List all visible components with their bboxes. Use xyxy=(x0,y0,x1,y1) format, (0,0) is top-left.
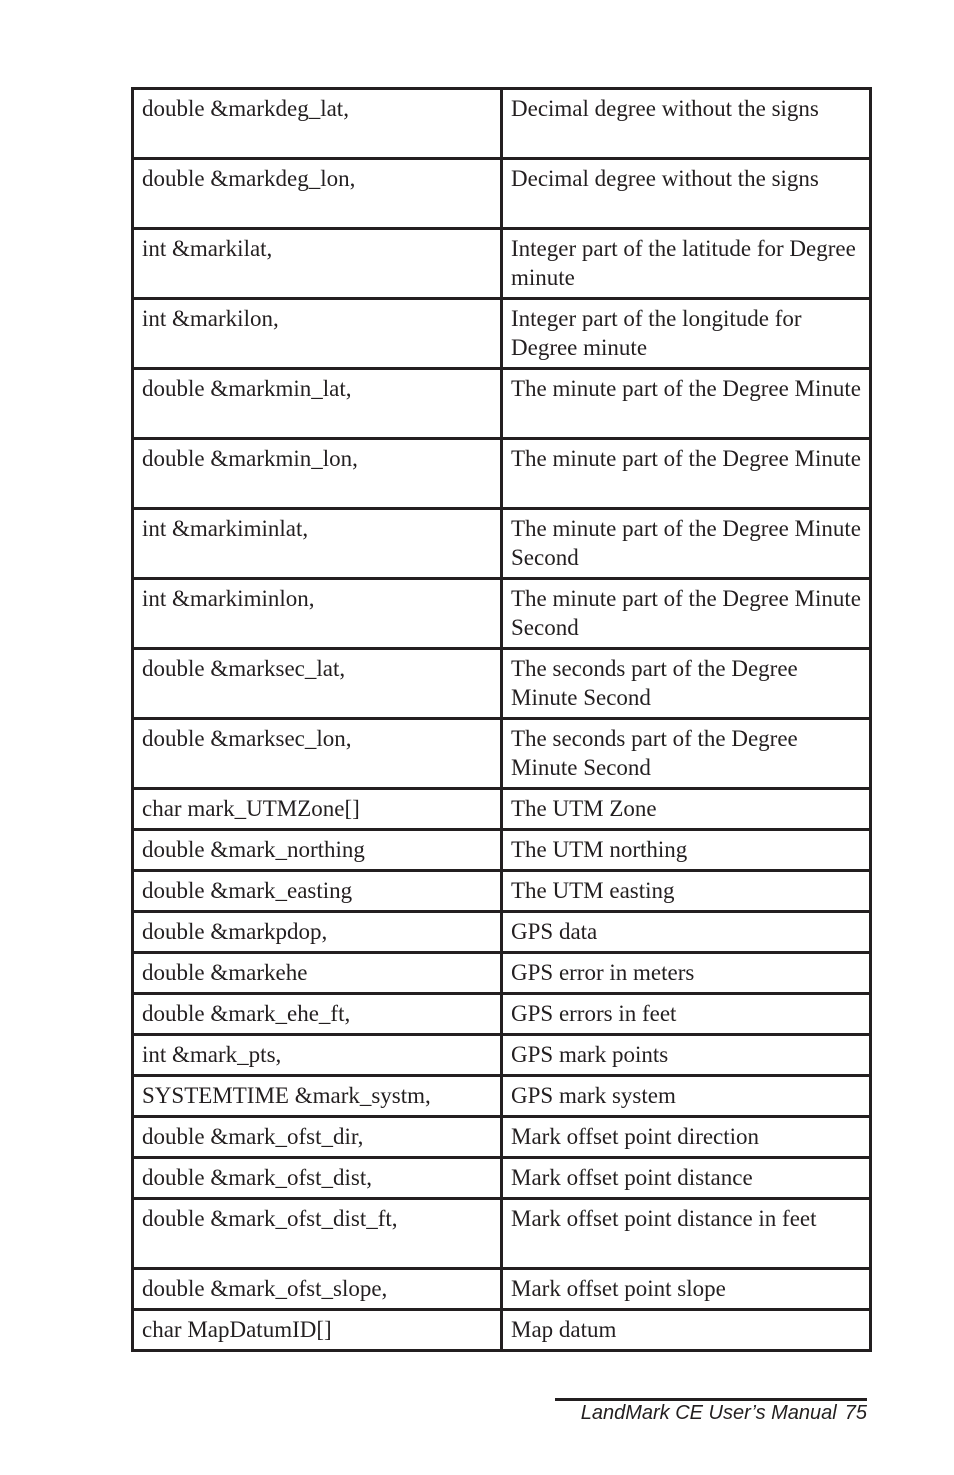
manual-page: double &markdeg_lat, Decimal degree witho… xyxy=(0,0,954,1475)
description-cell: GPS mark points xyxy=(500,1033,872,1077)
description-cell: Mark offset point slope xyxy=(500,1267,872,1311)
table-row: SYSTEMTIME &mark_systm, GPS mark system xyxy=(131,1074,872,1118)
table-row: double &markmin_lon, The minute part of t… xyxy=(131,437,872,510)
parameter-cell: double &mark_ofst_slope, xyxy=(131,1267,503,1311)
parameter-cell: char mark_UTMZone[] xyxy=(131,787,503,831)
parameter-cell: double &marksec_lat, xyxy=(131,647,503,720)
table-row: int &markiminlon, The minute part of the … xyxy=(131,577,872,650)
table-row: double &markehe GPS error in meters xyxy=(131,951,872,995)
description-cell: Map datum xyxy=(500,1308,872,1352)
description-cell: Mark offset point distance xyxy=(500,1156,872,1200)
table-row: double &mark_northing The UTM northing xyxy=(131,828,872,872)
parameter-cell: int &markilon, xyxy=(131,297,503,370)
parameter-cell: SYSTEMTIME &mark_systm, xyxy=(131,1074,503,1118)
parameter-cell: int &mark_pts, xyxy=(131,1033,503,1077)
description-cell: Mark offset point direction xyxy=(500,1115,872,1159)
description-cell: The minute part of the Degree Minute Sec… xyxy=(500,507,872,580)
parameter-cell: double &mark_ofst_dist_ft, xyxy=(131,1197,503,1270)
parameter-table: double &markdeg_lat, Decimal degree witho… xyxy=(131,87,872,1352)
description-cell: Integer part of the longitude for Degree… xyxy=(500,297,872,370)
description-cell: The minute part of the Degree Minute xyxy=(500,437,872,510)
table-row: double &mark_ofst_dist_ft, Mark offset po… xyxy=(131,1197,872,1270)
description-cell: The UTM easting xyxy=(500,869,872,913)
parameter-table-body: double &markdeg_lat, Decimal degree witho… xyxy=(131,87,872,1352)
description-cell: GPS data xyxy=(500,910,872,954)
description-cell: Decimal degree without the signs xyxy=(500,157,872,230)
parameter-cell: double &marksec_lon, xyxy=(131,717,503,790)
parameter-cell: int &markiminlon, xyxy=(131,577,503,650)
parameter-cell: int &markiminlat, xyxy=(131,507,503,580)
description-cell: The minute part of the Degree Minute Sec… xyxy=(500,577,872,650)
table-row: double &marksec_lat, The seconds part of … xyxy=(131,647,872,720)
parameter-cell: double &markmin_lon, xyxy=(131,437,503,510)
description-cell: Decimal degree without the signs xyxy=(500,87,872,160)
parameter-cell: double &mark_northing xyxy=(131,828,503,872)
table-row: double &mark_ehe_ft, GPS errors in feet xyxy=(131,992,872,1036)
table-row: double &markpdop, GPS data xyxy=(131,910,872,954)
table-row: double &markdeg_lon, Decimal degree witho… xyxy=(131,157,872,230)
parameter-cell: int &markilat, xyxy=(131,227,503,300)
table-row: int &markilon, Integer part of the longit… xyxy=(131,297,872,370)
table-row: char MapDatumID[] Map datum xyxy=(131,1308,872,1352)
description-cell: Mark offset point distance in feet xyxy=(500,1197,872,1270)
parameter-cell: char MapDatumID[] xyxy=(131,1308,503,1352)
page-number: 75 xyxy=(844,1402,867,1424)
footer-title: LandMark CE User’s Manual xyxy=(580,1402,837,1424)
table-row: double &mark_easting The UTM easting xyxy=(131,869,872,913)
parameter-cell: double &markdeg_lon, xyxy=(131,157,503,230)
description-cell: The minute part of the Degree Minute xyxy=(500,367,872,440)
description-cell: The UTM northing xyxy=(500,828,872,872)
description-cell: The UTM Zone xyxy=(500,787,872,831)
table-row: int &markilat, Integer part of the latitu… xyxy=(131,227,872,300)
description-cell: The seconds part of the Degree Minute Se… xyxy=(500,717,872,790)
table-row: double &marksec_lon, The seconds part of … xyxy=(131,717,872,790)
description-cell: GPS mark system xyxy=(500,1074,872,1118)
table-row: char mark_UTMZone[] The UTM Zone xyxy=(131,787,872,831)
table-row: int &markiminlat, The minute part of the … xyxy=(131,507,872,580)
page-footer: LandMark CE User’s Manual 75 xyxy=(555,1398,867,1425)
description-cell: Integer part of the latitude for Degree … xyxy=(500,227,872,300)
parameter-cell: double &markmin_lat, xyxy=(131,367,503,440)
parameter-cell: double &markdeg_lat, xyxy=(131,87,503,160)
parameter-cell: double &markpdop, xyxy=(131,910,503,954)
description-cell: GPS error in meters xyxy=(500,951,872,995)
table-row: double &mark_ofst_dir, Mark offset point … xyxy=(131,1115,872,1159)
parameter-cell: double &markehe xyxy=(131,951,503,995)
table-row: double &markdeg_lat, Decimal degree witho… xyxy=(131,87,872,160)
parameter-cell: double &mark_ofst_dir, xyxy=(131,1115,503,1159)
description-cell: The seconds part of the Degree Minute Se… xyxy=(500,647,872,720)
parameter-cell: double &mark_ofst_dist, xyxy=(131,1156,503,1200)
parameter-cell: double &mark_ehe_ft, xyxy=(131,992,503,1036)
table-row: double &mark_ofst_slope, Mark offset poin… xyxy=(131,1267,872,1311)
table-row: double &markmin_lat, The minute part of t… xyxy=(131,367,872,440)
table-row: int &mark_pts, GPS mark points xyxy=(131,1033,872,1077)
table-row: double &mark_ofst_dist, Mark offset point… xyxy=(131,1156,872,1200)
parameter-cell: double &mark_easting xyxy=(131,869,503,913)
description-cell: GPS errors in feet xyxy=(500,992,872,1036)
